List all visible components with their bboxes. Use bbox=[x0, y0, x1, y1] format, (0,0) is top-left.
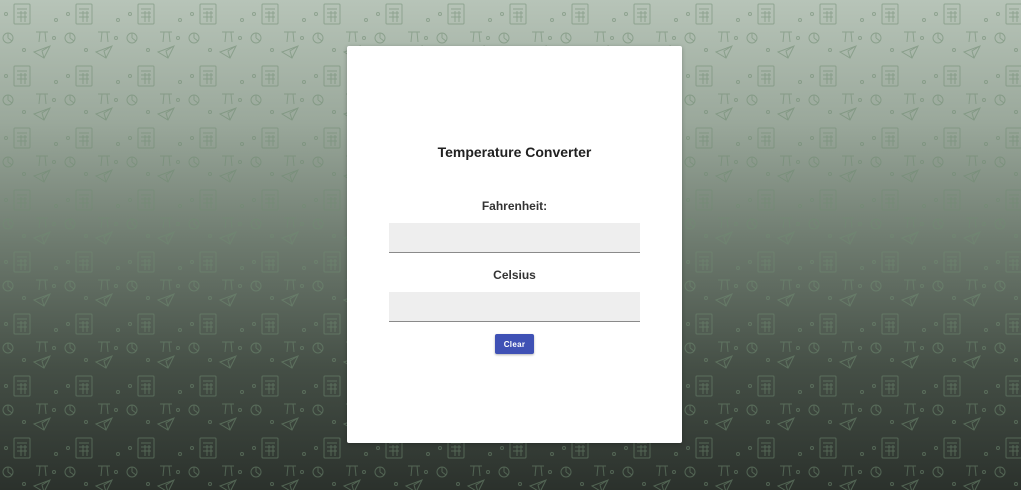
page-title: Temperature Converter bbox=[437, 144, 592, 160]
clear-button[interactable]: Clear bbox=[495, 334, 534, 354]
celsius-input[interactable] bbox=[389, 292, 640, 322]
fahrenheit-label: Fahrenheit: bbox=[481, 199, 548, 213]
celsius-label: Celsius bbox=[493, 268, 536, 282]
fahrenheit-input[interactable] bbox=[389, 223, 640, 253]
converter-card: Temperature Converter Fahrenheit: Celsiu… bbox=[347, 46, 682, 443]
